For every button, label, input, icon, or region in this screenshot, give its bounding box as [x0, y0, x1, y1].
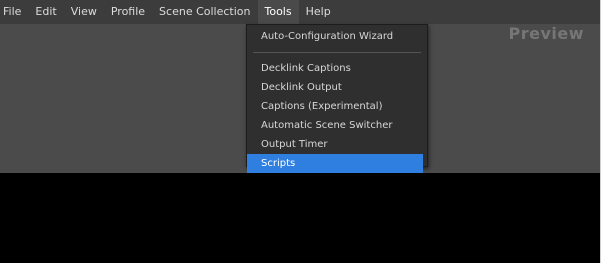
- menu-item-scripts[interactable]: Scripts: [247, 154, 423, 173]
- menu-scene-collection[interactable]: Scene Collection: [152, 0, 257, 24]
- menu-bar: File Edit View Profile Scene Collection …: [0, 0, 600, 24]
- menu-item-output-timer[interactable]: Output Timer: [247, 135, 423, 154]
- menu-separator: [253, 52, 421, 53]
- menu-view[interactable]: View: [64, 0, 104, 24]
- menu-item-auto-configuration-wizard[interactable]: Auto-Configuration Wizard: [247, 27, 423, 46]
- menu-profile[interactable]: Profile: [104, 0, 152, 24]
- menu-item-captions-experimental[interactable]: Captions (Experimental): [247, 97, 423, 116]
- menu-edit[interactable]: Edit: [28, 0, 63, 24]
- menu-item-decklink-output[interactable]: Decklink Output: [247, 78, 423, 97]
- preview-label: Preview: [508, 24, 584, 43]
- menu-item-automatic-scene-switcher[interactable]: Automatic Scene Switcher: [247, 116, 423, 135]
- preview-canvas[interactable]: [0, 173, 600, 263]
- menu-help[interactable]: Help: [299, 0, 338, 24]
- menu-file[interactable]: File: [0, 0, 28, 24]
- menu-item-decklink-captions[interactable]: Decklink Captions: [247, 59, 423, 78]
- menu-tools[interactable]: Tools: [257, 0, 299, 24]
- window-edge: [600, 0, 601, 263]
- obs-main-window: File Edit View Profile Scene Collection …: [0, 0, 600, 263]
- tools-dropdown-menu: Auto-Configuration Wizard Decklink Capti…: [246, 24, 428, 173]
